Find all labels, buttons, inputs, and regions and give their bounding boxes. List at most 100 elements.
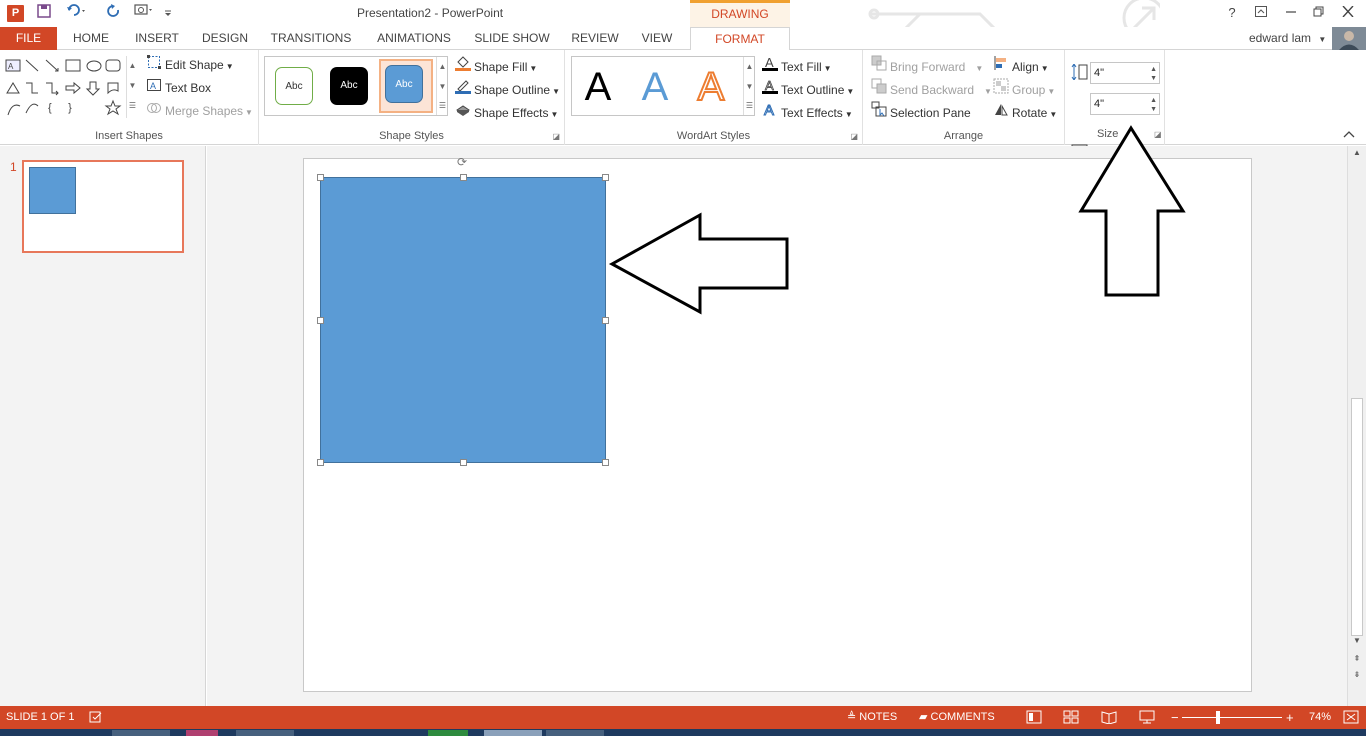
zoom-slider-thumb[interactable] bbox=[1216, 711, 1220, 724]
save-icon[interactable] bbox=[34, 3, 54, 23]
text-effects-button[interactable]: A Text Effects ▼ bbox=[762, 101, 853, 121]
comments-button[interactable]: ▰ COMMENTS bbox=[919, 706, 995, 729]
scroll-down-icon[interactable]: ▼ bbox=[1350, 636, 1364, 645]
text-outline-button[interactable]: A Text Outline ▼ bbox=[762, 78, 854, 98]
selection-pane-button[interactable]: Selection Pane bbox=[871, 101, 971, 121]
resize-handle[interactable] bbox=[317, 174, 324, 181]
undo-icon[interactable] bbox=[64, 3, 90, 23]
text-fill-button[interactable]: A Text Fill ▼ bbox=[762, 55, 832, 75]
collapse-ribbon-icon[interactable] bbox=[1343, 128, 1355, 142]
ribbon-display-options-icon[interactable] bbox=[1250, 3, 1272, 23]
shape-height-input[interactable]: 4" ▲ ▼ bbox=[1090, 62, 1160, 84]
help-icon[interactable]: ? bbox=[1221, 3, 1243, 23]
dialog-launcher-icon[interactable]: ◪ bbox=[850, 132, 858, 141]
group-button[interactable]: Group ▼ bbox=[993, 78, 1055, 98]
resize-handle[interactable] bbox=[460, 174, 467, 181]
shape-effects-button[interactable]: Shape Effects ▼ bbox=[455, 101, 558, 121]
scroll-up-icon[interactable]: ▲ bbox=[437, 57, 448, 77]
wordart-gallery-scroll[interactable]: ▲ ▼ ☰ bbox=[743, 57, 755, 115]
minimize-icon[interactable] bbox=[1280, 3, 1302, 23]
wordart-style-blue[interactable]: A bbox=[635, 65, 675, 110]
scrollbar-thumb[interactable] bbox=[1351, 398, 1363, 636]
style-swatch-outline-green[interactable]: Abc bbox=[275, 67, 313, 105]
customize-qat-icon[interactable] bbox=[158, 3, 178, 23]
next-slide-icon[interactable]: ⇟ bbox=[1350, 670, 1364, 679]
slide-show-icon[interactable] bbox=[1139, 706, 1155, 729]
taskbar-item[interactable] bbox=[112, 730, 170, 736]
vertical-scrollbar[interactable]: ▲ ▼ ⇞ ⇟ bbox=[1347, 146, 1366, 706]
tab-design[interactable]: DESIGN bbox=[194, 27, 256, 50]
style-swatch-blue[interactable]: Abc bbox=[385, 65, 423, 103]
slide[interactable]: ⟳ bbox=[303, 155, 1252, 692]
tab-animations[interactable]: ANIMATIONS bbox=[366, 27, 462, 50]
taskbar-item-active[interactable] bbox=[484, 730, 542, 736]
dialog-launcher-icon[interactable]: ◪ bbox=[552, 132, 560, 141]
wordart-style-orange-outline[interactable]: A bbox=[691, 64, 731, 110]
bring-forward-button[interactable]: Bring Forward ▼ bbox=[871, 55, 983, 75]
spelling-check-icon[interactable] bbox=[89, 706, 103, 729]
selected-rectangle-shape[interactable] bbox=[320, 177, 606, 463]
close-icon[interactable] bbox=[1337, 3, 1359, 23]
user-account-menu[interactable]: edward lam ▼ bbox=[1249, 31, 1326, 45]
scroll-up-icon[interactable]: ▲ bbox=[744, 57, 755, 77]
shapes-gallery-scroll[interactable]: ▲ ▼ ☰ bbox=[126, 56, 138, 118]
slide-sorter-icon[interactable] bbox=[1063, 706, 1079, 729]
scroll-down-icon[interactable]: ▼ bbox=[744, 77, 755, 97]
resize-handle[interactable] bbox=[317, 459, 324, 466]
redo-icon[interactable] bbox=[104, 3, 124, 23]
tab-slide-show[interactable]: SLIDE SHOW bbox=[468, 27, 556, 50]
spin-down-icon[interactable]: ▼ bbox=[1150, 69, 1157, 89]
taskbar-item[interactable] bbox=[236, 730, 294, 736]
tab-review[interactable]: REVIEW bbox=[564, 27, 626, 50]
shapes-gallery[interactable]: A { } bbox=[4, 56, 138, 116]
size-dialog-launcher-icon[interactable]: ◪ bbox=[1154, 130, 1162, 139]
rotate-button[interactable]: Rotate ▼ bbox=[993, 101, 1057, 121]
align-button[interactable]: Align ▼ bbox=[993, 55, 1049, 75]
scroll-up-icon[interactable]: ▲ bbox=[1350, 148, 1364, 157]
present-icon[interactable] bbox=[133, 3, 155, 23]
taskbar-item[interactable] bbox=[186, 730, 218, 736]
tab-view[interactable]: VIEW bbox=[634, 27, 680, 50]
styles-gallery-scroll[interactable]: ▲ ▼ ☰ bbox=[436, 57, 448, 115]
fit-slide-icon[interactable] bbox=[1343, 706, 1359, 729]
tab-insert[interactable]: INSERT bbox=[126, 27, 188, 50]
more-icon[interactable]: ☰ bbox=[744, 97, 755, 115]
tab-home[interactable]: HOME bbox=[62, 27, 120, 50]
shape-width-input[interactable]: 4" ▲ ▼ bbox=[1090, 93, 1160, 115]
merge-shapes-button[interactable]: Merge Shapes ▼ bbox=[146, 101, 253, 121]
more-icon[interactable]: ☰ bbox=[437, 97, 448, 115]
tab-format[interactable]: FORMAT bbox=[690, 27, 790, 51]
shape-outline-button[interactable]: Shape Outline ▼ bbox=[455, 78, 560, 98]
resize-handle[interactable] bbox=[602, 174, 609, 181]
text-box-button[interactable]: A Text Box bbox=[146, 78, 211, 98]
tab-file[interactable]: FILE bbox=[0, 27, 57, 50]
scroll-down-icon[interactable]: ▼ bbox=[127, 76, 138, 96]
slide-thumbnail[interactable] bbox=[22, 160, 184, 253]
taskbar-item[interactable] bbox=[428, 730, 468, 736]
taskbar-item[interactable] bbox=[546, 730, 604, 736]
avatar[interactable] bbox=[1332, 27, 1366, 50]
zoom-level[interactable]: 74% bbox=[1309, 706, 1331, 729]
previous-slide-icon[interactable]: ⇞ bbox=[1350, 654, 1364, 663]
zoom-in-button[interactable]: + bbox=[1286, 706, 1294, 729]
more-icon[interactable]: ☰ bbox=[127, 96, 138, 116]
resize-handle[interactable] bbox=[317, 317, 324, 324]
style-swatch-black[interactable]: Abc bbox=[330, 67, 368, 105]
resize-handle[interactable] bbox=[602, 459, 609, 466]
rotate-handle-icon[interactable]: ⟳ bbox=[457, 155, 467, 169]
zoom-slider[interactable] bbox=[1182, 717, 1282, 718]
shape-fill-button[interactable]: Shape Fill ▼ bbox=[455, 55, 537, 75]
resize-handle[interactable] bbox=[602, 317, 609, 324]
reading-view-icon[interactable] bbox=[1101, 706, 1117, 729]
edit-shape-button[interactable]: Edit Shape ▼ bbox=[146, 55, 234, 75]
scroll-down-icon[interactable]: ▼ bbox=[437, 77, 448, 97]
resize-handle[interactable] bbox=[460, 459, 467, 466]
notes-button[interactable]: ≜ NOTES bbox=[847, 706, 897, 729]
wordart-style-black[interactable]: A bbox=[578, 65, 618, 110]
zoom-out-button[interactable]: − bbox=[1171, 706, 1179, 729]
send-backward-button[interactable]: Send Backward ▼ bbox=[871, 78, 992, 98]
scroll-up-icon[interactable]: ▲ bbox=[127, 56, 138, 76]
restore-icon[interactable] bbox=[1308, 3, 1330, 23]
tab-transitions[interactable]: TRANSITIONS bbox=[262, 27, 360, 50]
spin-down-icon[interactable]: ▼ bbox=[1150, 100, 1157, 120]
